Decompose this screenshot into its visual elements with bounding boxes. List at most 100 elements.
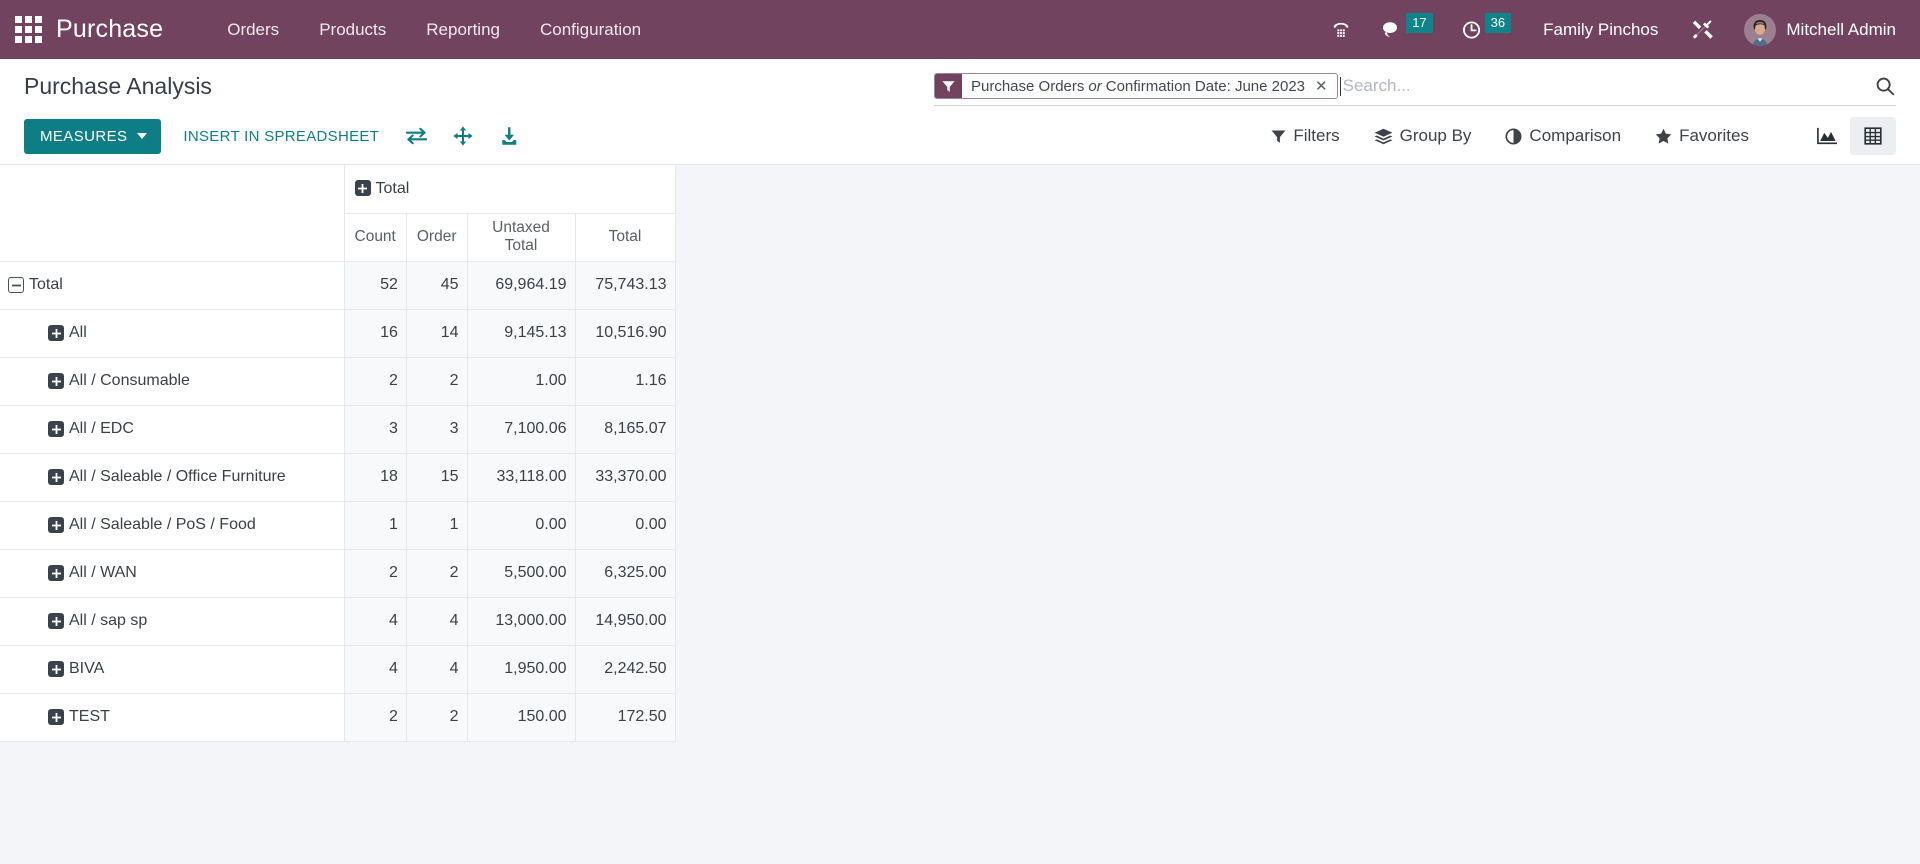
expand-row-plus-icon[interactable]: [48, 421, 64, 437]
row-label: TEST: [69, 708, 110, 725]
row-header-all-sap-sp[interactable]: All / sap sp: [0, 596, 345, 646]
cell-total[interactable]: 0.00: [574, 500, 676, 550]
measure-header-total[interactable]: Total: [574, 212, 676, 262]
cell-total[interactable]: 10,516.90: [574, 308, 676, 358]
messaging-button[interactable]: 17: [1366, 0, 1446, 59]
row-header-all-saleable-office-furniture[interactable]: All / Saleable / Office Furniture: [0, 452, 345, 502]
menu-orders[interactable]: Orders: [207, 12, 299, 48]
expand-row-plus-icon[interactable]: [48, 565, 64, 581]
apps-launcher-button[interactable]: [0, 0, 56, 59]
menu-reporting[interactable]: Reporting: [406, 12, 520, 48]
cell-order[interactable]: 2: [405, 692, 468, 742]
cell-order[interactable]: 4: [405, 644, 468, 694]
row-header-all-consumable[interactable]: All / Consumable: [0, 356, 345, 406]
search-magnifier-icon[interactable]: [1864, 75, 1896, 97]
cell-order[interactable]: 45: [405, 260, 468, 310]
cell-untaxed-total[interactable]: 13,000.00: [466, 596, 576, 646]
developer-tools-button[interactable]: [1676, 0, 1730, 59]
cell-untaxed-total[interactable]: 33,118.00: [466, 452, 576, 502]
table-row: All / WAN 2 2 5,500.00 6,325.00: [0, 548, 676, 598]
cell-order[interactable]: 14: [405, 308, 468, 358]
cell-total[interactable]: 14,950.00: [574, 596, 676, 646]
cell-order[interactable]: 15: [405, 452, 468, 502]
app-brand-purchase[interactable]: Purchase: [56, 15, 163, 44]
download-button[interactable]: [486, 119, 532, 153]
apps-grid-icon: [14, 16, 42, 43]
user-menu[interactable]: Mitchell Admin: [1730, 13, 1896, 46]
measure-header-order[interactable]: Order: [405, 212, 468, 262]
cell-total[interactable]: 33,370.00: [574, 452, 676, 502]
cell-untaxed-total[interactable]: 150.00: [466, 692, 576, 742]
cell-count[interactable]: 3: [343, 404, 407, 454]
row-header-total[interactable]: Total: [0, 260, 345, 310]
comparison-menu[interactable]: Comparison: [1488, 118, 1638, 154]
row-header-all-edc[interactable]: All / EDC: [0, 404, 345, 454]
pivot-column-group-total[interactable]: Total: [343, 165, 676, 214]
cell-total[interactable]: 1.16: [574, 356, 676, 406]
cell-count[interactable]: 52: [343, 260, 407, 310]
cell-total[interactable]: 75,743.13: [574, 260, 676, 310]
row-header-all-saleable-pos-food[interactable]: All / Saleable / PoS / Food: [0, 500, 345, 550]
row-label: All / EDC: [69, 420, 134, 437]
filters-menu[interactable]: Filters: [1254, 118, 1356, 154]
cell-untaxed-total[interactable]: 9,145.13: [466, 308, 576, 358]
cell-total[interactable]: 6,325.00: [574, 548, 676, 598]
cell-untaxed-total[interactable]: 5,500.00: [466, 548, 576, 598]
cell-order[interactable]: 2: [405, 356, 468, 406]
expand-row-plus-icon[interactable]: [48, 709, 64, 725]
cell-total[interactable]: 172.50: [574, 692, 676, 742]
row-header-test[interactable]: TEST: [0, 692, 345, 742]
cell-total[interactable]: 2,242.50: [574, 644, 676, 694]
cell-order[interactable]: 2: [405, 548, 468, 598]
flip-axis-icon: [406, 127, 428, 145]
cell-count[interactable]: 1: [343, 500, 407, 550]
search-facet[interactable]: Purchase Orders or Confirmation Date: Ju…: [934, 73, 1338, 99]
voip-phone-button[interactable]: [1316, 0, 1366, 59]
company-switcher[interactable]: Family Pinchos: [1525, 20, 1676, 40]
cell-untaxed-total[interactable]: 69,964.19: [466, 260, 576, 310]
activities-button[interactable]: 36: [1447, 0, 1525, 59]
cell-count[interactable]: 18: [343, 452, 407, 502]
row-header-all[interactable]: All: [0, 308, 345, 358]
cell-count[interactable]: 2: [343, 356, 407, 406]
cell-untaxed-total[interactable]: 1,950.00: [466, 644, 576, 694]
menu-products[interactable]: Products: [299, 12, 406, 48]
row-header-all-wan[interactable]: All / WAN: [0, 548, 345, 598]
cell-untaxed-total[interactable]: 1.00: [466, 356, 576, 406]
cell-order[interactable]: 3: [405, 404, 468, 454]
search-input[interactable]: [1342, 76, 1864, 96]
measures-button[interactable]: MEASURES: [24, 118, 162, 154]
cell-count[interactable]: 4: [343, 596, 407, 646]
expand-row-plus-icon[interactable]: [48, 469, 64, 485]
view-button-pivot[interactable]: [1850, 117, 1896, 155]
cell-untaxed-total[interactable]: 0.00: [466, 500, 576, 550]
remove-facet-button[interactable]: ✕: [1312, 74, 1337, 98]
flip-axis-button[interactable]: [393, 120, 440, 152]
view-button-graph[interactable]: [1804, 118, 1850, 154]
favorites-menu[interactable]: Favorites: [1638, 118, 1766, 154]
expand-row-plus-icon[interactable]: [48, 517, 64, 533]
expand-column-plus-icon[interactable]: [354, 180, 371, 197]
cell-count[interactable]: 4: [343, 644, 407, 694]
expand-row-plus-icon[interactable]: [48, 373, 64, 389]
measure-header-count[interactable]: Count: [343, 212, 407, 262]
expand-row-plus-icon[interactable]: [48, 661, 64, 677]
expand-all-button[interactable]: [440, 119, 486, 153]
measure-header-untaxed-total[interactable]: Untaxed Total: [466, 212, 576, 262]
expand-row-plus-icon[interactable]: [48, 325, 64, 341]
cell-order[interactable]: 4: [405, 596, 468, 646]
activities-counter: 36: [1484, 12, 1512, 33]
expand-row-plus-icon[interactable]: [48, 613, 64, 629]
cell-untaxed-total[interactable]: 7,100.06: [466, 404, 576, 454]
cell-total[interactable]: 8,165.07: [574, 404, 676, 454]
cell-count[interactable]: 2: [343, 548, 407, 598]
cell-count[interactable]: 2: [343, 692, 407, 742]
row-header-biva[interactable]: BIVA: [0, 644, 345, 694]
star-icon: [1655, 128, 1672, 144]
groupby-menu[interactable]: Group By: [1357, 118, 1489, 154]
insert-in-spreadsheet-button[interactable]: INSERT IN SPREADSHEET: [169, 119, 393, 154]
cell-count[interactable]: 16: [343, 308, 407, 358]
cell-order[interactable]: 1: [405, 500, 468, 550]
collapse-row-minus-icon[interactable]: [8, 277, 24, 293]
menu-configuration[interactable]: Configuration: [520, 12, 661, 48]
